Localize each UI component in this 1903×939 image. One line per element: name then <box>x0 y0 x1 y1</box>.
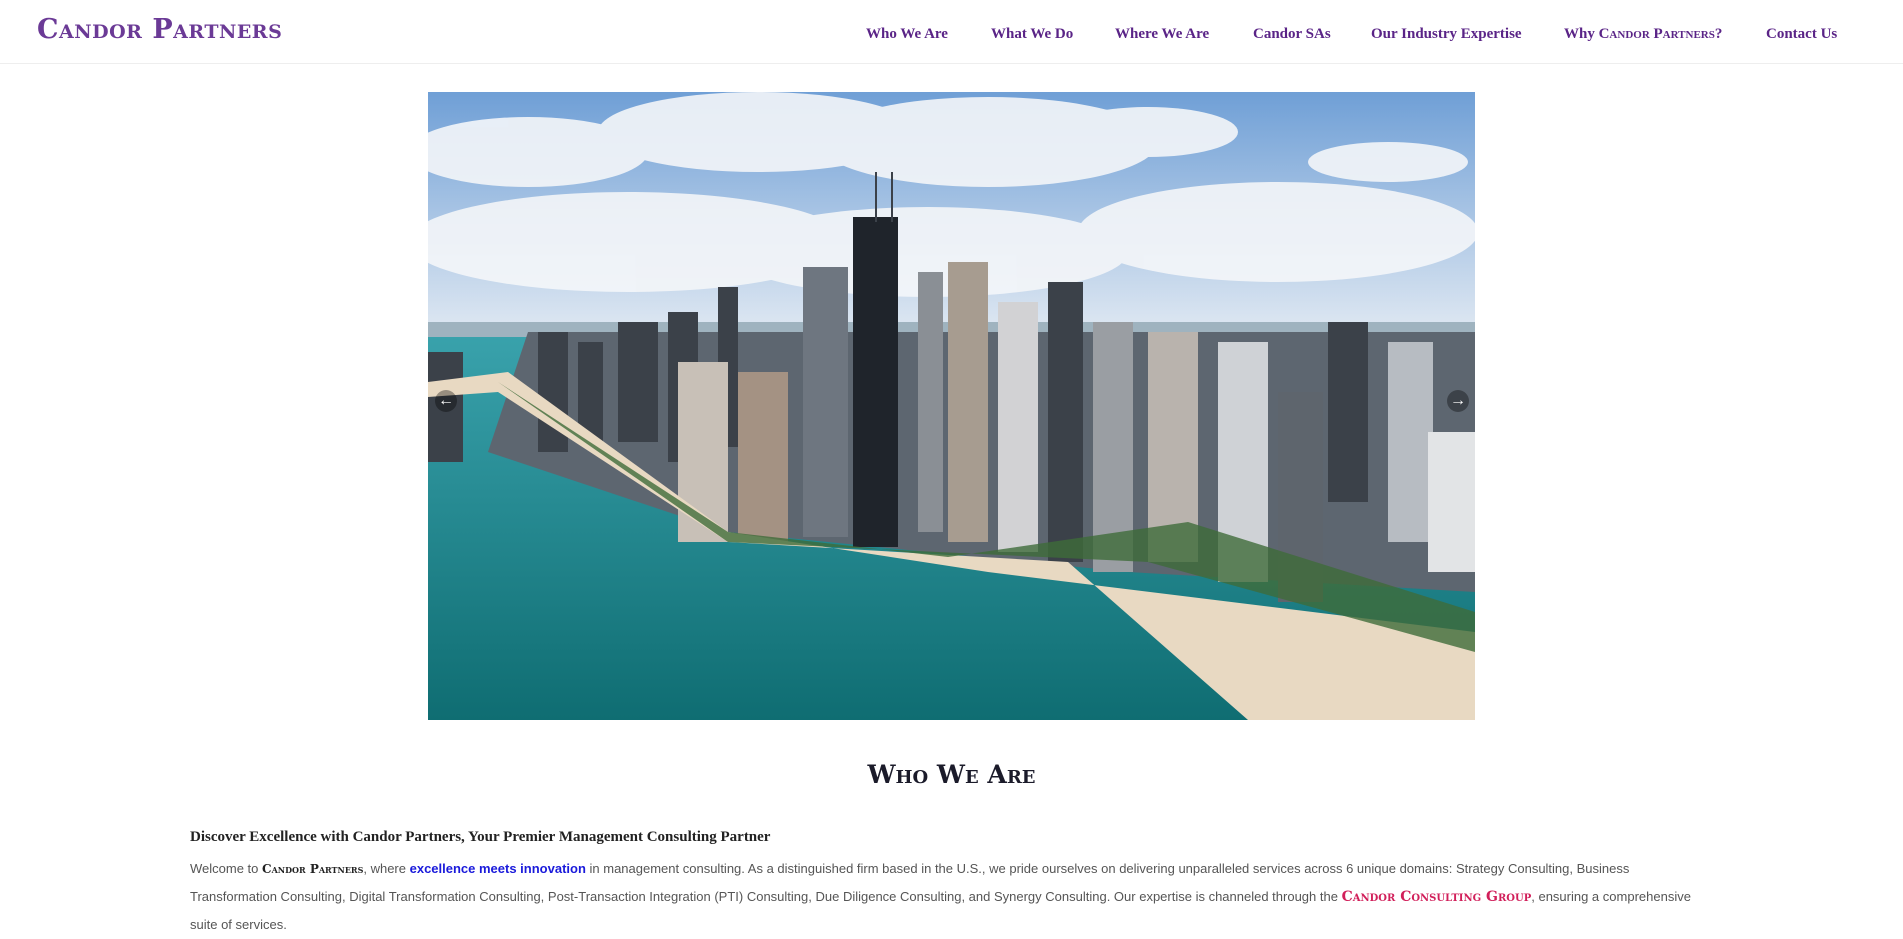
nav-who-we-are[interactable]: Who We Are <box>866 26 948 43</box>
group-link[interactable]: Candor Consulting Group <box>1342 889 1532 905</box>
nav-what-we-do[interactable]: What We Do <box>991 26 1073 43</box>
hero-image <box>428 92 1475 720</box>
nav-why-brand: Candor Partners <box>1598 26 1715 42</box>
nav-where-we-are[interactable]: Where We Are <box>1115 26 1209 43</box>
nav-why-q: ? <box>1714 26 1723 42</box>
text: Welcome to <box>190 861 263 876</box>
brand-name: Candor Partners <box>262 862 364 876</box>
section-title: Who We Are <box>867 760 1036 789</box>
arrow-left-icon: ← <box>438 392 454 409</box>
nav-contact-us[interactable]: Contact Us <box>1766 26 1837 43</box>
site-header: Candor Partners Who We Are What We Do Wh… <box>0 0 1903 64</box>
carousel-next-button[interactable]: → <box>1447 390 1469 412</box>
logo[interactable]: Candor Partners <box>37 14 282 45</box>
arrow-right-icon: → <box>1450 392 1466 409</box>
nav-candor-sas[interactable]: Candor SAs <box>1253 26 1331 43</box>
text: , where <box>363 861 410 876</box>
section-subtitle: Discover Excellence with Candor Partners… <box>190 829 771 845</box>
carousel-prev-button[interactable]: ← <box>435 390 457 412</box>
nav-industry-expertise[interactable]: Our Industry Expertise <box>1371 26 1522 43</box>
intro-paragraph: Welcome to Candor Partners, where excell… <box>190 855 1710 939</box>
highlight-text: excellence meets innovation <box>409 861 586 876</box>
nav-why-candor[interactable]: Why Candor Partners? <box>1564 26 1722 43</box>
nav-why-label: Why <box>1564 26 1599 42</box>
hero-carousel <box>428 92 1475 720</box>
